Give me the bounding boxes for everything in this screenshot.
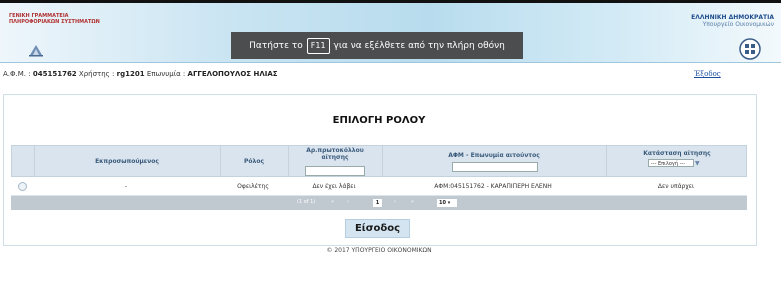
surname-label: Επωνυμία : bbox=[146, 70, 186, 78]
header-role[interactable]: Ρόλος bbox=[220, 158, 288, 165]
greek-emblem-icon bbox=[739, 38, 761, 60]
surname-value: ΑΓΓΕΛΟΠΟΥΛΟΣ ΗΛΙΑΣ bbox=[187, 70, 278, 78]
page-size-select[interactable]: 10 ▾ bbox=[437, 199, 457, 207]
table-row[interactable]: - Οφειλέτης Δεν έχει λάβει ΑΦΜ:045151762… bbox=[11, 177, 747, 196]
table-header: Εκπροσωπούμενος Ρόλος Αρ.πρωτοκόλλου αίτ… bbox=[11, 145, 748, 178]
paginator: (1 of 1) « ‹ 1 › » 10 ▾ bbox=[11, 196, 747, 210]
afm-filter-input[interactable] bbox=[452, 162, 538, 172]
pager-prev-button[interactable]: ‹ bbox=[347, 199, 349, 205]
gsis-logo-text: ΓΕΝΙΚΗ ΓΡΑΜΜΑΤΕΙΑ ΠΛΗΡΟΦΟΡΙΑΚΩΝ ΣΥΣΤΗΜΑΤ… bbox=[9, 13, 100, 25]
pager-info: (1 of 1) bbox=[297, 199, 316, 205]
toast-text-after: για να εξέλθετε από την πλήρη οθόνη bbox=[333, 40, 505, 51]
page-title: ΕΠΙΛΟΓΗ ΡΟΛΟΥ bbox=[332, 115, 426, 126]
exit-link[interactable]: Έξοδος bbox=[694, 70, 721, 78]
gsis-logo-icon bbox=[29, 45, 43, 57]
row-radio-button[interactable] bbox=[18, 182, 27, 191]
cell-represented: - bbox=[124, 183, 128, 190]
user-label: Χρήστης : bbox=[78, 70, 115, 78]
ministry-subtitle: Υπουργείο Οικονομικών bbox=[702, 21, 774, 28]
header-protocol-line1: Αρ.πρωτοκόλλου bbox=[306, 147, 364, 154]
pager-next-button[interactable]: › bbox=[394, 199, 396, 205]
chevron-down-icon[interactable]: ▼ bbox=[695, 160, 705, 168]
enter-button[interactable]: Είσοδος bbox=[345, 219, 410, 238]
protocol-filter-input[interactable] bbox=[305, 166, 365, 176]
column-divider bbox=[382, 146, 383, 178]
toast-text-before: Πατήστε το bbox=[249, 40, 303, 51]
greek-republic-text: ΕΛΛΗΝΙΚΗ ΔΗΜΟΚΡΑΤΙΑ Υπουργείο Οικονομικώ… bbox=[691, 14, 774, 28]
user-value: rg1201 bbox=[116, 70, 145, 78]
status-filter-value: --- Επιλογή --- bbox=[651, 161, 686, 167]
footer-copyright: © 2017 ΥΠΟΥΡΓΕΙΟ ΟΙΚΟΝΟΜΙΚΩΝ bbox=[326, 247, 432, 254]
afm-value: 045151762 bbox=[32, 70, 77, 78]
republic-title: ΕΛΛΗΝΙΚΗ ΔΗΜΟΚΡΑΤΙΑ bbox=[691, 14, 774, 21]
cell-afm: ΑΦΜ:045151762 - ΚΑΡΑΠΙΠΕΡΗ ΕΛΕΝΗ bbox=[434, 183, 552, 190]
gsis-line-2: ΠΛΗΡΟΦΟΡΙΑΚΩΝ ΣΥΣΤΗΜΑΤΩΝ bbox=[9, 19, 100, 25]
cell-protocol: Δεν έχει λάβει bbox=[312, 183, 356, 190]
header-afm[interactable]: ΑΦΜ - Επωνυμία αιτούντος bbox=[382, 152, 606, 159]
f11-key-badge: F11 bbox=[306, 37, 330, 54]
fullscreen-toast: Πατήστε το F11 για να εξέλθετε από την π… bbox=[231, 32, 523, 59]
header-represented[interactable]: Εκπροσωπούμενος bbox=[34, 158, 220, 165]
afm-label: Α.Φ.Μ. : bbox=[3, 70, 31, 78]
header-protocol-line2: αίτησης bbox=[321, 154, 349, 161]
pager-first-button[interactable]: « bbox=[331, 199, 334, 205]
pager-last-button[interactable]: » bbox=[411, 199, 414, 205]
header-protocol[interactable]: Αρ.πρωτοκόλλου αίτησης bbox=[288, 147, 382, 161]
cell-status: Δεν υπάρχει bbox=[657, 183, 695, 190]
header-status[interactable]: Κατάσταση αίτησης bbox=[606, 150, 748, 157]
status-filter-select[interactable]: --- Επιλογή --- ▼ bbox=[648, 159, 700, 167]
user-info-bar: Α.Φ.Μ. : 045151762 Χρήστης : rg1201 Επων… bbox=[3, 70, 278, 78]
cell-role: Οφειλέτης bbox=[237, 183, 269, 190]
pager-current-page[interactable]: 1 bbox=[373, 199, 382, 207]
